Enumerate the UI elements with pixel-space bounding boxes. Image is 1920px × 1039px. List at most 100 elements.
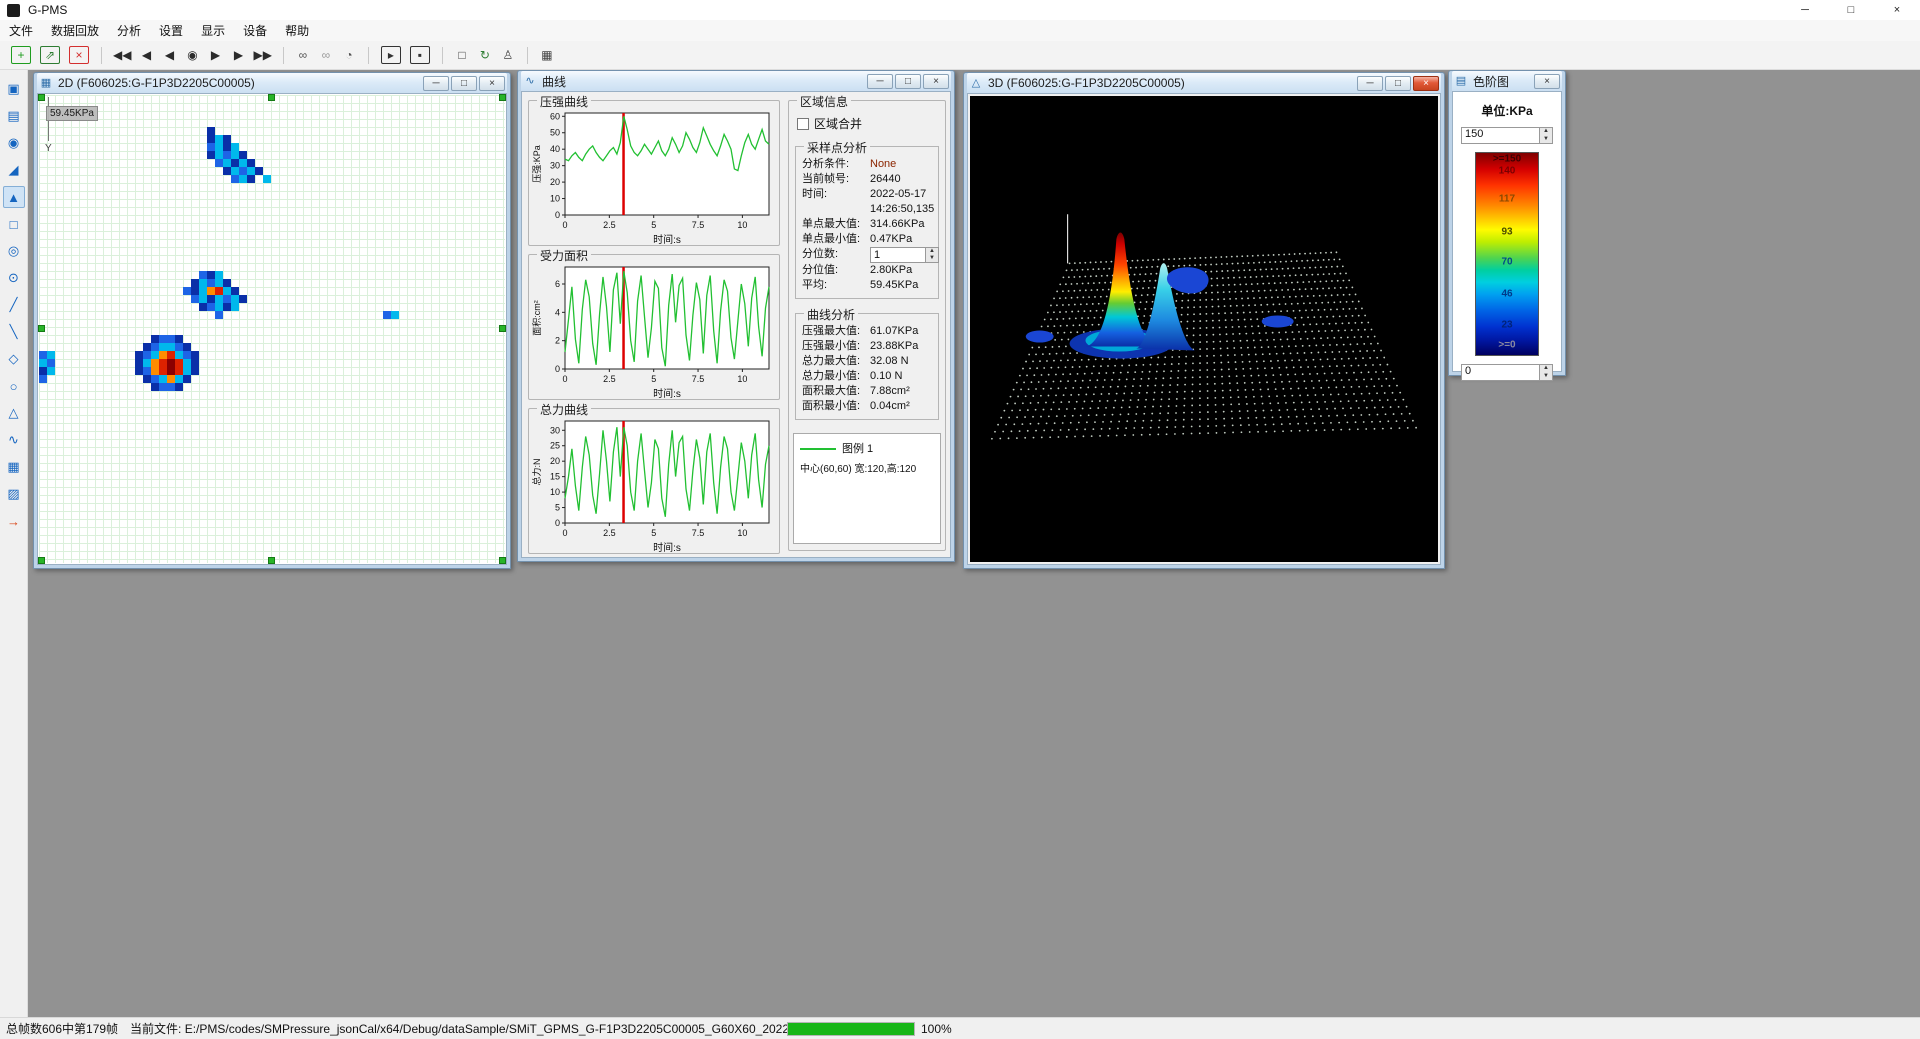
sampling-spin-input[interactable]: 1 <box>870 247 926 263</box>
window-colorscale-titlebar[interactable]: ▤ 色阶图 × <box>1452 71 1562 91</box>
sidebar-polygon-tool[interactable]: ◇ <box>3 348 25 370</box>
surface-3d-canvas[interactable] <box>970 96 1438 562</box>
pressure-cell <box>167 375 175 383</box>
maximize-button[interactable]: □ <box>895 74 921 89</box>
scale-min-spinner[interactable]: ▲ ▼ <box>1540 364 1553 381</box>
close-button[interactable]: × <box>479 76 505 91</box>
selection-handle[interactable] <box>38 94 45 101</box>
spinner-up-icon[interactable]: ▲ <box>926 248 938 255</box>
restore-button[interactable]: □ <box>1828 0 1874 20</box>
legend-entry-label: 图例 1 <box>842 443 873 455</box>
sidebar-triangle-tool[interactable]: △ <box>3 402 25 424</box>
pressure-cell <box>183 375 191 383</box>
scale-min-input[interactable]: 0 <box>1461 364 1540 381</box>
maximize-button[interactable]: □ <box>451 76 477 91</box>
sidebar-pointer-tool[interactable]: ▲ <box>3 186 25 208</box>
timer-button[interactable]: ◔ <box>339 45 359 65</box>
sidebar-export-tool[interactable]: → <box>3 510 25 532</box>
svg-text:总力:N: 总力:N <box>531 458 542 485</box>
sidebar-curve-tool[interactable]: ∿ <box>3 429 25 451</box>
sidebar-line-tool[interactable]: ╱ <box>3 294 25 316</box>
spinner-down-icon[interactable]: ▼ <box>1540 373 1552 381</box>
pressure-cell <box>207 135 215 143</box>
selection-handle[interactable] <box>38 325 45 332</box>
record-button[interactable]: ◉ <box>182 45 202 65</box>
sidebar-grid-tool[interactable]: ▤ <box>3 105 25 127</box>
pressure-map-canvas[interactable]: 59.45KPa Y <box>39 95 505 563</box>
minimize-button[interactable]: ─ <box>867 74 893 89</box>
menu-help[interactable]: 帮助 <box>276 20 318 41</box>
play-backward-button[interactable]: ◀ <box>159 45 179 65</box>
selection-handle[interactable] <box>499 557 506 564</box>
window-2d: ▦ 2D (F606025:G-F1P3D2205C00005) ─ □ × 5… <box>33 72 511 569</box>
sampling-label: 当前帧号: <box>802 172 870 187</box>
selection-handle[interactable] <box>268 557 275 564</box>
sidebar-matrix-tool[interactable]: ▦ <box>3 456 25 478</box>
video-stop-button[interactable]: ▪ <box>410 46 430 64</box>
add-button[interactable]: + <box>11 46 31 64</box>
sidebar-report-tool[interactable]: ▨ <box>3 483 25 505</box>
sidebar-flask-tool[interactable]: ◢ <box>3 159 25 181</box>
pressure-cell <box>199 303 207 311</box>
menu-settings[interactable]: 设置 <box>150 20 192 41</box>
export-button[interactable]: ⇗ <box>40 46 60 64</box>
scale-max-spinner[interactable]: ▲ ▼ <box>1540 127 1553 144</box>
scale-max-input[interactable]: 150 <box>1461 127 1540 144</box>
window-2d-body: 59.45KPa Y <box>37 93 507 565</box>
delete-button[interactable]: × <box>69 46 89 64</box>
sidebar-select-tool[interactable]: ▣ <box>3 78 25 100</box>
region-merge-checkbox[interactable] <box>797 118 809 130</box>
spinner-down-icon[interactable]: ▼ <box>926 255 938 262</box>
sidebar-pin-tool[interactable]: ⊙ <box>3 267 25 289</box>
video-play-button[interactable]: ▸ <box>381 46 401 64</box>
selection-handle[interactable] <box>38 557 45 564</box>
fast-forward-button[interactable]: ▶▶ <box>251 45 273 65</box>
sampling-row: 平均:59.45KPa <box>802 278 932 293</box>
menu-analysis[interactable]: 分析 <box>108 20 150 41</box>
play-button[interactable]: ▶ <box>228 45 248 65</box>
step-forward-button[interactable]: ▶ <box>205 45 225 65</box>
signature-button[interactable]: ♙ <box>498 45 518 65</box>
skip-start-button[interactable]: ◀◀ <box>111 45 133 65</box>
menu-device[interactable]: 设备 <box>234 20 276 41</box>
sidebar-ellipse-tool[interactable]: ○ <box>3 375 25 397</box>
refresh-button[interactable]: ↻ <box>475 45 495 65</box>
close-button[interactable]: × <box>923 74 949 89</box>
sidebar-rect-tool[interactable]: □ <box>3 213 25 235</box>
spinner-down-icon[interactable]: ▼ <box>1540 136 1552 144</box>
maximize-button[interactable]: □ <box>1385 76 1411 91</box>
sidebar-target-tool[interactable]: ◉ <box>3 132 25 154</box>
close-button[interactable]: × <box>1413 76 1439 91</box>
menu-display[interactable]: 显示 <box>192 20 234 41</box>
calendar-button[interactable]: ▦ <box>537 45 557 65</box>
selection-handle[interactable] <box>499 325 506 332</box>
progress-bar <box>787 1022 915 1036</box>
menu-data-playback[interactable]: 数据回放 <box>42 20 108 41</box>
sidebar-circle-tool[interactable]: ◎ <box>3 240 25 262</box>
step-back-button[interactable]: ◀ <box>136 45 156 65</box>
svg-text:50: 50 <box>550 128 560 138</box>
close-button[interactable]: × <box>1874 0 1920 20</box>
sampling-spin-buttons[interactable]: ▲▼ <box>926 247 939 263</box>
window-curves-titlebar[interactable]: ∿ 曲线 ─ □ × <box>521 71 951 91</box>
minimize-button[interactable]: ─ <box>423 76 449 91</box>
pressure-cell <box>247 167 255 175</box>
window-2d-titlebar[interactable]: ▦ 2D (F606025:G-F1P3D2205C00005) ─ □ × <box>37 73 507 93</box>
sidebar-pen-tool[interactable]: ╲ <box>3 321 25 343</box>
minimize-button[interactable]: ─ <box>1357 76 1383 91</box>
selection-handle[interactable] <box>268 94 275 101</box>
unlink-button[interactable]: ∞ <box>316 45 336 65</box>
sampling-spinner[interactable]: 1▲▼ <box>870 247 939 263</box>
monitor-button[interactable]: □ <box>452 45 472 65</box>
average-tooltip: 59.45KPa <box>46 106 98 121</box>
spinner-up-icon[interactable]: ▲ <box>1540 128 1552 136</box>
selection-handle[interactable] <box>499 94 506 101</box>
menu-file[interactable]: 文件 <box>0 20 42 41</box>
minimize-button[interactable]: ─ <box>1782 0 1828 20</box>
pressure-cell <box>135 367 143 375</box>
close-button[interactable]: × <box>1534 74 1560 89</box>
window-3d-titlebar[interactable]: △ 3D (F606025:G-F1P3D2205C00005) ─ □ × <box>967 73 1441 93</box>
link-button[interactable]: ∞ <box>293 45 313 65</box>
current-file-value: E:/PMS/codes/SMPressure_jsonCal/x64/Debu… <box>185 1022 892 1036</box>
spinner-up-icon[interactable]: ▲ <box>1540 365 1552 373</box>
